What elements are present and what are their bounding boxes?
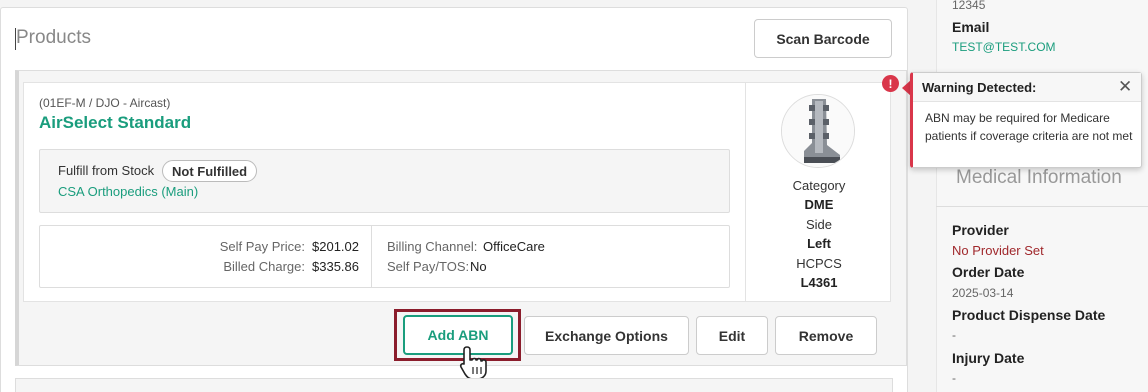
product-sku: (01EF-M / DJO - Aircast) <box>39 96 171 110</box>
remove-button[interactable]: Remove <box>775 316 877 355</box>
close-icon[interactable]: ✕ <box>1118 77 1132 97</box>
add-abn-button[interactable]: Add ABN <box>403 315 513 355</box>
billing-channel-value: OfficeCare <box>483 239 545 254</box>
dispense-date-label: Product Dispense Date <box>952 307 1106 323</box>
fulfill-status-badge: Not Fulfilled <box>162 160 258 182</box>
self-pay-value: $201.02 <box>312 239 359 254</box>
hcpcs-label: HCPCS <box>796 256 842 271</box>
self-pay-tos-label: Self Pay/TOS: <box>387 259 470 274</box>
hcpcs-value: L4361 <box>800 275 838 290</box>
billed-charge-label: Billed Charge: <box>223 259 305 274</box>
injury-date-label: Injury Date <box>952 350 1025 366</box>
divider <box>936 206 1148 207</box>
zip-value: 12345 <box>952 0 986 12</box>
next-product-item <box>15 378 893 392</box>
walker-boot-icon <box>782 95 854 167</box>
injury-date-value: - <box>952 371 956 385</box>
edit-button[interactable]: Edit <box>696 316 768 355</box>
order-date-label: Order Date <box>952 264 1025 280</box>
medical-info-title: Medical Information <box>956 167 1122 188</box>
side-value: Left <box>807 236 831 251</box>
warning-title: Warning Detected: <box>922 80 1037 95</box>
category-label: Category <box>792 178 846 193</box>
self-pay-tos-value: No <box>470 259 487 274</box>
email-label: Email <box>952 19 990 35</box>
self-pay-label: Self Pay Price: <box>219 239 305 254</box>
provider-label: Provider <box>952 222 1009 238</box>
scan-barcode-button[interactable]: Scan Barcode <box>754 19 892 58</box>
hand-pointer-icon <box>459 346 487 380</box>
email-link[interactable]: TEST@TEST.COM <box>952 40 1056 54</box>
category-value: DME <box>804 197 834 212</box>
dispense-date-value: - <box>952 328 956 342</box>
provider-value: No Provider Set <box>952 243 1044 258</box>
product-image <box>781 94 855 168</box>
side-label: Side <box>805 217 833 232</box>
pricing-box <box>39 225 730 288</box>
patient-sidebar <box>936 0 1148 392</box>
divider <box>745 83 746 301</box>
billed-charge-value: $335.86 <box>312 259 359 274</box>
fulfill-label: Fulfill from Stock <box>58 163 155 178</box>
warning-message: ABN may be required for Medicare patient… <box>925 111 1133 143</box>
product-name[interactable]: AirSelect Standard <box>39 113 191 133</box>
warning-icon[interactable]: ! <box>882 75 899 92</box>
billing-channel-label: Billing Channel: <box>387 239 478 254</box>
exchange-options-button[interactable]: Exchange Options <box>524 316 689 355</box>
fulfill-location-link[interactable]: CSA Orthopedics (Main) <box>58 184 198 199</box>
products-title: Products <box>16 27 91 48</box>
divider <box>371 226 372 287</box>
order-date-value: 2025-03-14 <box>952 286 1014 300</box>
fulfillment-box <box>39 149 730 213</box>
